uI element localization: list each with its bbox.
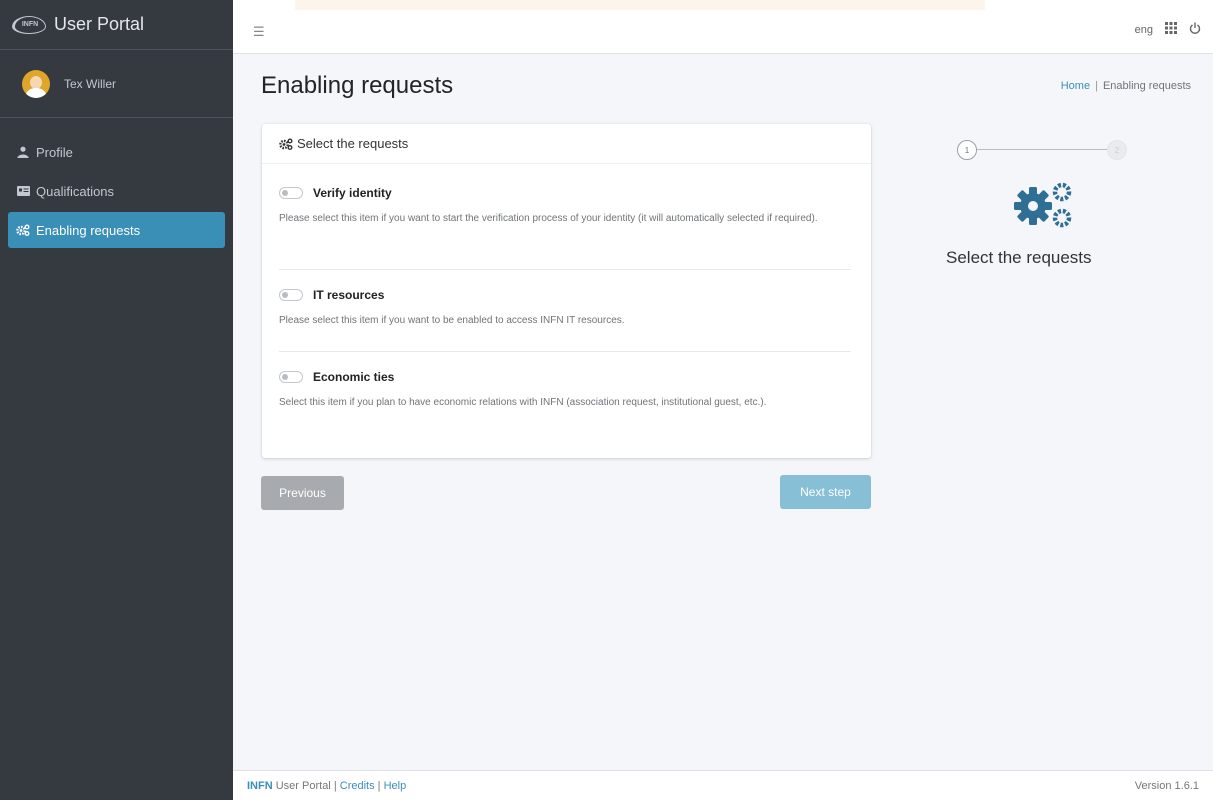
request-item-economic-ties: Economic ties Select this item if you pl… xyxy=(279,370,851,411)
help-link[interactable]: Help xyxy=(384,780,407,792)
brand[interactable]: INFN User Portal xyxy=(0,0,233,50)
power-icon[interactable] xyxy=(1189,22,1201,37)
footer: INFN User Portal | Credits | Help Versio… xyxy=(233,770,1213,800)
breadcrumb-separator: | xyxy=(1095,80,1098,92)
request-item-verify-identity: Verify identity Please select this item … xyxy=(279,186,851,227)
id-card-icon xyxy=(16,184,30,198)
request-description: Please select this item if you want to s… xyxy=(279,213,818,224)
credits-link[interactable]: Credits xyxy=(340,780,375,792)
sidebar-item-label: Qualifications xyxy=(36,183,115,199)
footer-separator: | xyxy=(377,779,381,792)
request-item-it-resources: IT resources Please select this item if … xyxy=(279,288,851,329)
infn-logo-icon: INFN xyxy=(12,15,46,34)
brand-logo-text: INFN xyxy=(21,21,39,28)
stepper-line xyxy=(977,149,1107,150)
user-panel[interactable]: Tex Willer xyxy=(0,50,233,118)
sidebar-item-profile[interactable]: Profile xyxy=(8,134,225,170)
cogs-icon xyxy=(279,138,293,150)
step-1-indicator: 1 xyxy=(957,140,977,160)
topbar: ☰ eng xyxy=(233,0,1213,54)
previous-button[interactable]: Previous xyxy=(261,476,344,510)
footer-app-name: User Portal xyxy=(275,779,331,792)
divider xyxy=(279,351,851,352)
request-title[interactable]: IT resources xyxy=(313,288,384,302)
sidebar-item-enabling-requests[interactable]: Enabling requests xyxy=(8,212,225,248)
request-title[interactable]: Verify identity xyxy=(313,186,392,200)
footer-left: INFN User Portal | Credits | Help xyxy=(247,780,406,792)
sidebar-item-label: Enabling requests xyxy=(36,222,141,238)
economic-ties-toggle[interactable] xyxy=(279,371,303,383)
topbar-right: eng xyxy=(1135,22,1201,37)
it-resources-toggle[interactable] xyxy=(279,289,303,301)
wizard-stepper: 1 2 xyxy=(957,140,1133,164)
card-header-title: Select the requests xyxy=(297,136,409,151)
breadcrumb: Home | Enabling requests xyxy=(1061,80,1191,92)
cogs-large-icon xyxy=(1012,182,1074,233)
request-description: Please select this item if you want to b… xyxy=(279,315,625,326)
request-title-row: Economic ties xyxy=(279,370,851,384)
sidebar-item-qualifications[interactable]: Qualifications xyxy=(8,173,225,209)
step-2-indicator: 2 xyxy=(1107,140,1127,160)
footer-separator: | xyxy=(333,779,337,792)
sidebar-nav: Profile Qualifications Enabling requests xyxy=(0,118,233,248)
sidebar-item-label: Profile xyxy=(36,144,73,160)
card-header: Select the requests xyxy=(262,124,871,164)
version-label: Version 1.6.1 xyxy=(1134,779,1199,792)
requests-card: Select the requests Verify identity Plea… xyxy=(262,124,871,458)
step-title: Select the requests xyxy=(946,248,1092,267)
request-title[interactable]: Economic ties xyxy=(313,370,394,384)
next-step-button[interactable]: Next step xyxy=(780,475,871,509)
sidebar: INFN User Portal Tex Willer Profile Qual… xyxy=(0,0,233,800)
verify-identity-toggle[interactable] xyxy=(279,187,303,199)
request-description: Select this item if you plan to have eco… xyxy=(279,397,767,408)
user-icon xyxy=(16,145,30,159)
hamburger-icon[interactable]: ☰ xyxy=(253,24,265,40)
request-title-row: IT resources xyxy=(279,288,851,302)
user-name[interactable]: Tex Willer xyxy=(64,77,116,91)
divider xyxy=(279,269,851,270)
avatar xyxy=(22,69,50,98)
language-selector[interactable]: eng xyxy=(1135,24,1153,36)
grid-icon[interactable] xyxy=(1165,22,1177,37)
request-title-row: Verify identity xyxy=(279,186,851,200)
brand-name: User Portal xyxy=(54,14,145,34)
page-title: Enabling requests xyxy=(261,72,454,99)
topbar-accent xyxy=(295,0,985,10)
breadcrumb-home-link[interactable]: Home xyxy=(1061,80,1090,92)
cogs-icon xyxy=(16,223,30,237)
breadcrumb-current: Enabling requests xyxy=(1102,80,1191,92)
footer-brand[interactable]: INFN xyxy=(247,780,273,792)
